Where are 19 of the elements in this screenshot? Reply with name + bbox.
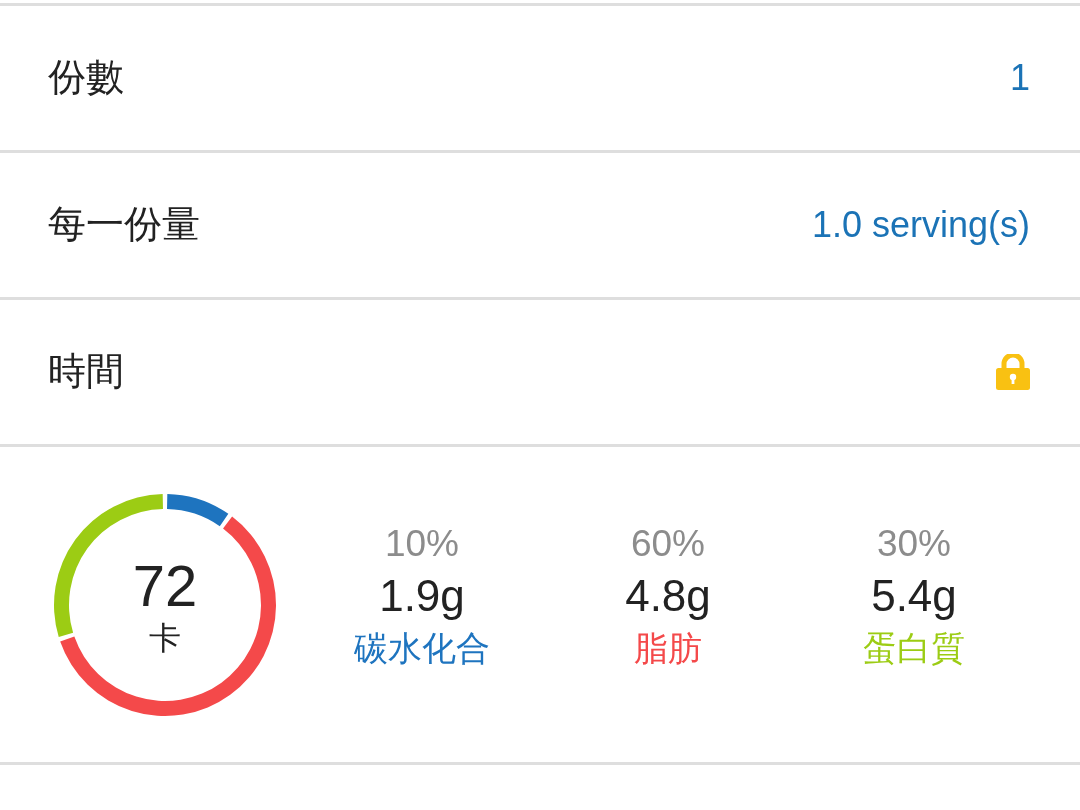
macro-name: 碳水化合 (354, 626, 490, 670)
calorie-count: 72 (132, 553, 198, 618)
macro-amount: 5.4g (871, 569, 957, 622)
field-label: 時間 (48, 349, 124, 395)
calorie-unit: 卡 (149, 617, 181, 659)
field-value[interactable]: 1 (1009, 56, 1030, 100)
macro-name: 脂肪 (634, 626, 702, 670)
setting-row[interactable]: 時間 (0, 297, 1080, 444)
macro-amount: 1.9g (379, 569, 465, 622)
macro-percent: 30% (876, 521, 952, 566)
macro-percent: 10% (384, 521, 460, 566)
macro-name: 蛋白質 (863, 626, 965, 670)
setting-row[interactable]: 份數 1 (0, 3, 1080, 150)
setting-row[interactable]: 每一份量 1.0 serving(s) (0, 150, 1080, 297)
field-label: 份數 (48, 55, 124, 101)
macro-amount: 4.8g (625, 569, 711, 622)
macro-percent: 60% (630, 521, 706, 566)
field-value[interactable]: 1.0 serving(s) (811, 203, 1030, 247)
field-label: 每一份量 (48, 202, 200, 248)
